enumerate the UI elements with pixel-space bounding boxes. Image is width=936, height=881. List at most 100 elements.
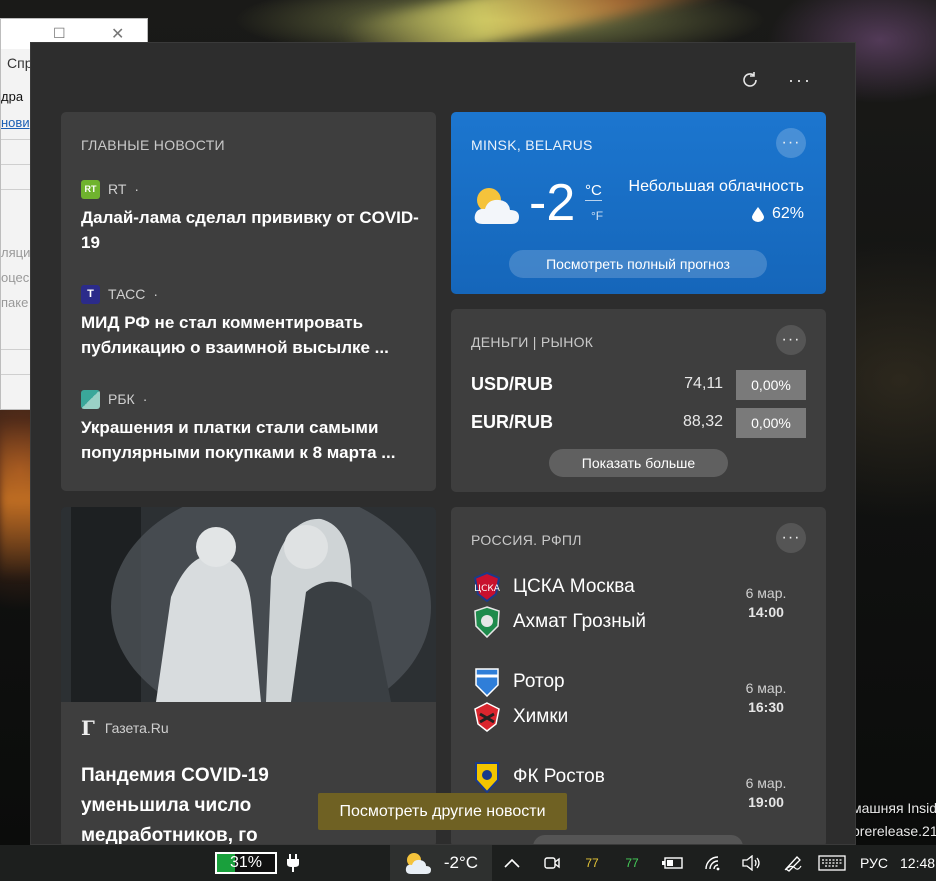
source-name: Газета.Ru (104, 720, 169, 736)
widgets-panel: ··· ГЛАВНЫЕ НОВОСТИ RT RT · Далай-лама сд… (30, 42, 856, 845)
unit-fahrenheit[interactable]: °F (591, 209, 603, 223)
window-link[interactable]: нови (1, 115, 30, 130)
close-icon[interactable]: ✕ (111, 24, 124, 44)
team-away[interactable]: Химки (473, 701, 568, 733)
weather-card[interactable]: MINSK, BELARUS ··· -2 °C °F Небольшая об… (451, 112, 826, 294)
match-date: 6 мар. (745, 680, 787, 696)
currency-change: 0,00% (736, 370, 806, 400)
news-photo[interactable] (61, 507, 436, 702)
akhmat-crest-icon (473, 606, 501, 638)
photo-illustration (61, 507, 436, 702)
match-time: 16:30 (748, 699, 784, 715)
wifi-icon[interactable] (702, 845, 726, 881)
team-name: Химки (513, 706, 569, 727)
money-card[interactable]: ДЕНЬГИ | РЫНОК ··· USD/RUB 74,11 0,00% E… (451, 309, 826, 492)
cska-crest-icon: ЦСКА (473, 571, 501, 603)
team-name: Ахмат Грозный (513, 611, 646, 632)
sports-show-more-button[interactable] (533, 835, 743, 844)
svg-text:ЦСКА: ЦСКА (474, 584, 500, 594)
weather-location: MINSK, BELARUS (471, 137, 593, 153)
news-source: RT RT · (81, 179, 421, 199)
humidity-drop-icon (751, 206, 764, 222)
desktop-watermark-line1: машняя Insid (852, 800, 936, 816)
menu-item-help[interactable]: Спр (7, 55, 32, 71)
taskbar: 31% -2°C 77 77 РУС 12:48 (0, 845, 936, 881)
maximize-icon[interactable]: ☐ (53, 25, 66, 42)
panel-more-button[interactable]: ··· (783, 65, 817, 95)
language-indicator[interactable]: РУС (856, 845, 892, 881)
show-more-button[interactable]: Показать больше (549, 449, 728, 477)
news-headline[interactable]: МИД РФ не стал комментировать публикацию… (81, 310, 421, 360)
gazeta-logo-icon: Г (81, 716, 95, 740)
news-headline[interactable]: Украшения и платки стали самыми популярн… (81, 415, 421, 465)
divider (1, 139, 31, 140)
weather-temperature: -2 (529, 174, 576, 232)
source-name: РБК (108, 391, 135, 407)
match-date: 6 мар. (745, 775, 787, 791)
currency-pair[interactable]: USD/RUB (471, 374, 553, 395)
unit-celsius[interactable]: °C (585, 182, 602, 201)
team-home[interactable]: Ротор (473, 666, 565, 698)
window-text: паке (1, 295, 29, 310)
news-item[interactable]: RT RT · Далай-лама сделал прививку от COV… (81, 179, 421, 255)
rbc-logo-icon (81, 389, 100, 409)
pen-icon[interactable] (780, 845, 806, 881)
team-home[interactable]: ЦСКА ЦСКА Москва (473, 571, 635, 603)
weather-more-button[interactable]: ··· (776, 128, 806, 158)
partly-cloudy-icon (405, 853, 431, 874)
currency-rate: 88,32 (682, 413, 723, 430)
refresh-icon (743, 72, 757, 87)
battery-tray-icon[interactable] (660, 845, 686, 881)
tray-counter-green[interactable]: 77 (620, 845, 644, 881)
more-icon: ··· (781, 331, 801, 348)
touch-keyboard-icon[interactable] (816, 845, 848, 881)
news-item[interactable]: T ТАСС · МИД РФ не стал комментировать пу… (81, 284, 421, 360)
currency-pair[interactable]: EUR/RUB (471, 412, 553, 433)
clock[interactable]: 12:48 (900, 845, 936, 881)
source-separator: · (134, 181, 140, 197)
taskbar-weather-widget[interactable]: -2°C (390, 845, 492, 881)
tray-counter-yellow[interactable]: 77 (580, 845, 604, 881)
sports-more-button[interactable]: ··· (776, 523, 806, 553)
rotor-crest-icon (473, 666, 501, 698)
team-away[interactable]: Ахмат Грозный (473, 606, 646, 638)
humidity-value: 62% (771, 205, 804, 222)
top-news-card: ГЛАВНЫЕ НОВОСТИ RT RT · Далай-лама сделал… (61, 112, 436, 491)
volume-icon[interactable] (740, 845, 764, 881)
currency-change: 0,00% (736, 408, 806, 438)
full-forecast-button[interactable]: Посмотреть полный прогноз (509, 250, 767, 278)
weather-condition: Небольшая облачность (628, 178, 804, 195)
top-news-header: ГЛАВНЫЕ НОВОСТИ (81, 137, 225, 153)
source-separator: · (142, 391, 148, 407)
match-datetime: 6 мар. 16:30 (711, 679, 821, 717)
rostov-crest-icon (473, 761, 501, 793)
show-hidden-icons-button[interactable] (500, 845, 524, 881)
news-source: T ТАСС · (81, 284, 421, 304)
camera-tray-icon[interactable] (540, 845, 564, 881)
more-news-tooltip: Посмотреть другие новости (318, 793, 567, 830)
rt-logo-icon: RT (81, 179, 100, 199)
divider (1, 189, 31, 190)
match-time: 19:00 (748, 794, 784, 810)
news-source: РБК · (81, 389, 421, 409)
match-datetime: 6 мар. 19:00 (711, 774, 821, 812)
team-name: ФК Ростов (513, 766, 605, 787)
match-date: 6 мар. (745, 585, 787, 601)
news-headline[interactable]: Далай-лама сделал прививку от COVID-19 (81, 205, 421, 255)
divider (1, 164, 31, 165)
power-plug-icon (283, 845, 303, 881)
team-home[interactable]: ФК Ростов (473, 761, 605, 793)
window-text: оцес (1, 270, 30, 285)
refresh-button[interactable] (733, 65, 767, 95)
taskbar-temperature: -2°C (443, 853, 479, 872)
news-item[interactable]: РБК · Украшения и платки стали самыми поп… (81, 389, 421, 465)
source-name: ТАСС (108, 286, 146, 302)
money-more-button[interactable]: ··· (776, 325, 806, 355)
divider (1, 374, 31, 375)
khimki-crest-icon (473, 701, 501, 733)
team-name: ЦСКА Москва (513, 576, 635, 597)
source-separator: · (153, 286, 159, 302)
battery-indicator[interactable]: 31% (214, 845, 278, 881)
news-source: Г Газета.Ru (81, 716, 169, 740)
tass-logo-icon: T (81, 284, 100, 304)
